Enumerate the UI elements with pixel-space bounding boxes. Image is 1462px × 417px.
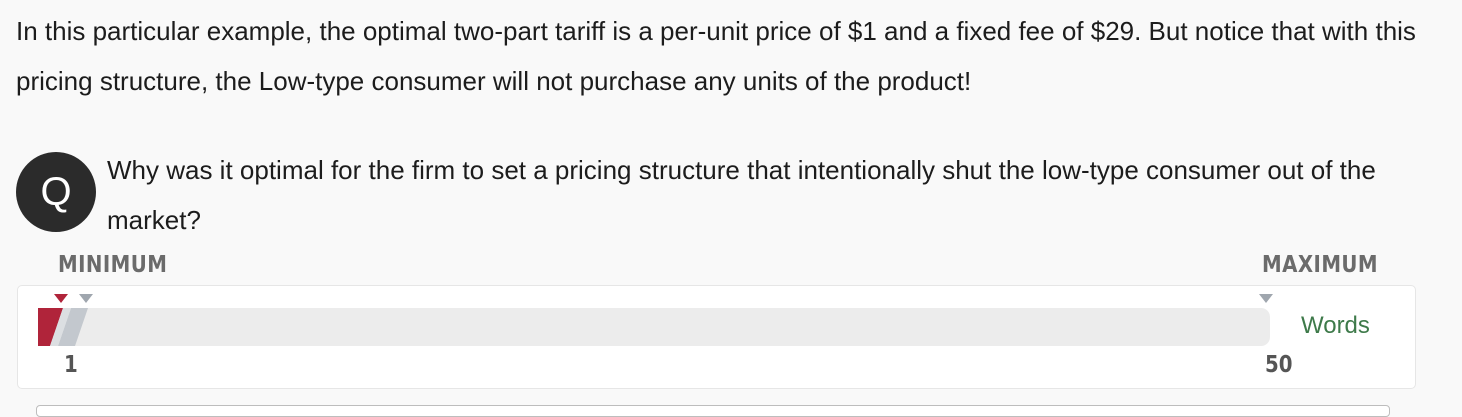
maximum-value: 50 <box>1265 352 1293 378</box>
answer-text-area[interactable] <box>36 405 1390 417</box>
question-text: Why was it optimal for the firm to set a… <box>107 155 1376 235</box>
current-count-marker-icon <box>54 294 68 303</box>
minimum-value: 1 <box>64 352 78 378</box>
progress-fill-graphic <box>38 308 88 346</box>
maximum-label: MAXIMUM <box>1262 252 1379 278</box>
words-unit-label: Words <box>1301 312 1370 339</box>
minimum-marker-icon <box>79 294 93 303</box>
maximum-marker-icon <box>1259 294 1273 303</box>
minimum-label: MINIMUM <box>58 252 168 278</box>
question-badge: Q <box>16 152 96 232</box>
word-count-progress-bar <box>38 308 1270 346</box>
word-count-meter: Words 1 50 <box>17 285 1416 389</box>
intro-paragraph: In this particular example, the optimal … <box>16 16 1416 96</box>
